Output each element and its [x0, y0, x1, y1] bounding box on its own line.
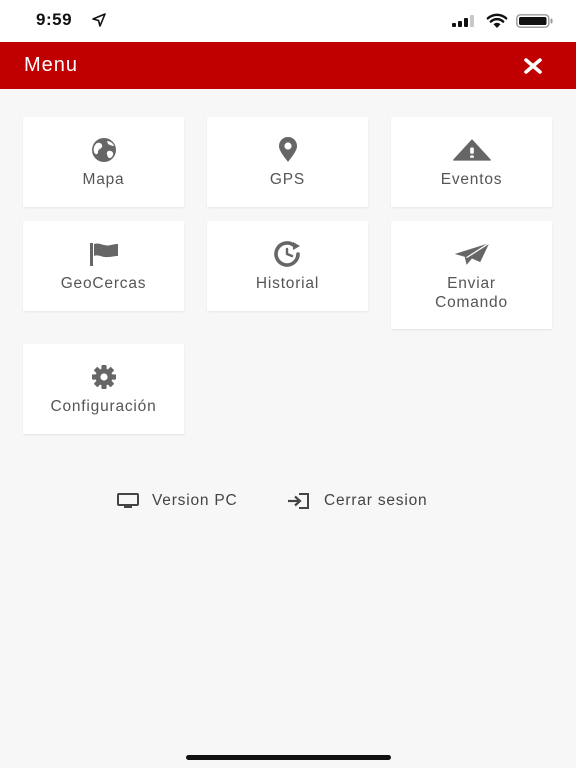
menu-tile-label: Mapa	[82, 171, 125, 188]
close-icon	[524, 58, 542, 74]
sign-in-icon	[288, 493, 309, 509]
menu-tile-label: GeoCercas	[60, 275, 147, 292]
menu-tile-geocercas[interactable]: GeoCercas	[23, 221, 184, 311]
menu-tile-label: Eventos	[440, 171, 503, 188]
cellular-signal-icon	[452, 15, 474, 27]
home-indicator[interactable]	[186, 755, 391, 760]
menu-tile-label-line2: Comando	[435, 294, 508, 311]
location-arrow-icon	[92, 13, 106, 27]
menu-tile-label: Historial	[255, 275, 320, 292]
menu-header: Menu	[0, 42, 576, 89]
close-button[interactable]	[522, 57, 544, 75]
menu-tile-label: Configuración	[50, 398, 157, 415]
history-icon	[268, 241, 308, 267]
map-pin-icon	[268, 137, 308, 163]
battery-icon	[516, 14, 553, 28]
globe-icon	[84, 137, 124, 163]
paper-plane-icon	[452, 241, 492, 267]
monitor-icon	[117, 493, 139, 508]
menu-tile-mapa[interactable]: Mapa	[23, 117, 184, 207]
warning-icon	[452, 137, 492, 163]
menu-tile-label-line1: Enviar	[447, 275, 496, 292]
menu-tile-configuracion[interactable]: Configuración	[23, 344, 184, 434]
cerrar-sesion-link[interactable]: Cerrar sesion	[287, 490, 427, 512]
version-pc-label: Version PC	[152, 492, 238, 509]
cerrar-sesion-label: Cerrar sesion	[324, 492, 428, 509]
wifi-icon	[486, 13, 508, 28]
menu-title: Menu	[24, 54, 79, 76]
status-bar: 9:59	[0, 0, 576, 42]
menu-tile-historial[interactable]: Historial	[207, 221, 368, 311]
menu-tile-enviar-comando[interactable]: Enviar Comando	[391, 221, 552, 329]
menu-tile-gps[interactable]: GPS	[207, 117, 368, 207]
gear-icon	[84, 364, 124, 390]
footer-links: Version PC Cerrar sesion	[0, 490, 576, 512]
status-time: 9:59	[36, 10, 73, 29]
flag-icon	[84, 241, 124, 267]
menu-tile-label: GPS	[269, 171, 306, 188]
version-pc-link[interactable]: Version PC	[117, 490, 238, 512]
menu-tile-eventos[interactable]: Eventos	[391, 117, 552, 207]
